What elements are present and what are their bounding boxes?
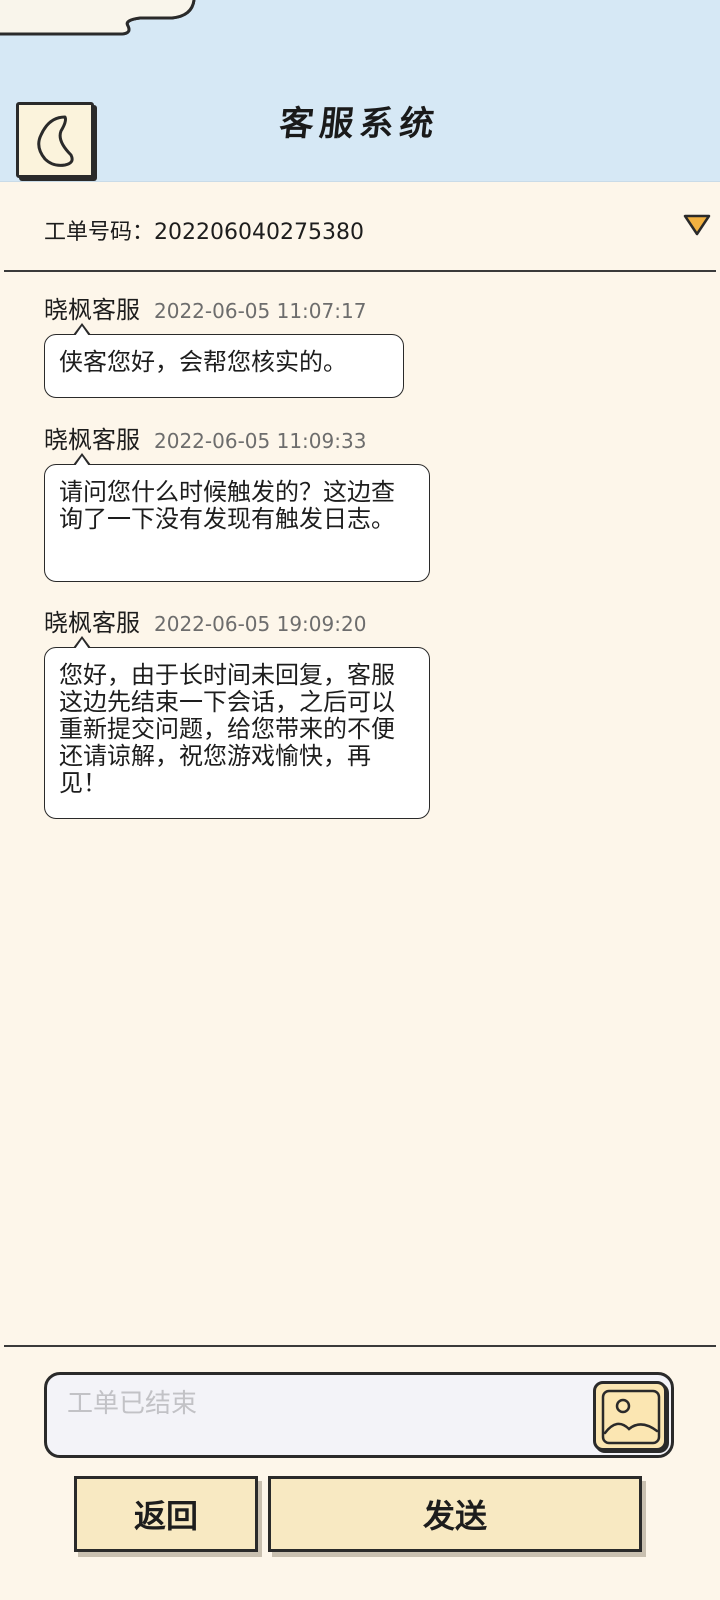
image-button[interactable] xyxy=(593,1381,667,1451)
return-button[interactable]: 返回 xyxy=(74,1476,258,1552)
message-input[interactable] xyxy=(67,1387,567,1421)
sender-name: 晓枫客服 xyxy=(44,609,140,637)
message-bubble: 请问您什么时候触发的？这边查询了一下没有发现有触发日志。 xyxy=(44,453,430,582)
ticket-row[interactable]: 工单号码：202206040275380 xyxy=(44,214,714,254)
message-time: 2022-06-05 11:07:17 xyxy=(154,299,367,323)
send-button[interactable]: 发送 xyxy=(268,1476,642,1552)
page-title: 客服系统 xyxy=(277,104,442,144)
message-header: 晓枫客服 2022-06-05 19:09:20 xyxy=(44,603,367,637)
caret-down-icon[interactable] xyxy=(682,212,712,238)
divider xyxy=(4,270,716,272)
message-bubble: 您好，由于长时间未回复，客服这边先结束一下会话，之后可以重新提交问题，给您带来的… xyxy=(44,636,430,819)
ticket-number: 202206040275380 xyxy=(154,220,364,245)
sender-name: 晓枫客服 xyxy=(44,296,140,324)
divider xyxy=(4,1345,716,1347)
message-time: 2022-06-05 19:09:20 xyxy=(154,612,367,636)
header: 客服系统 xyxy=(0,0,720,182)
image-icon xyxy=(601,1389,661,1445)
message-header: 晓枫客服 2022-06-05 11:09:33 xyxy=(44,420,367,454)
cloud-decoration xyxy=(0,0,196,36)
chat-message: 晓枫客服 2022-06-05 19:09:20 您好，由于长时间未回复，客服这… xyxy=(44,603,430,819)
ticket-label: 工单号码： xyxy=(44,220,155,245)
message-time: 2022-06-05 11:09:33 xyxy=(154,429,367,453)
message-header: 晓枫客服 2022-06-05 11:07:17 xyxy=(44,290,367,324)
sender-name: 晓枫客服 xyxy=(44,426,140,454)
composer xyxy=(44,1372,674,1458)
chat-message: 晓枫客服 2022-06-05 11:07:17 侠客您好，会帮您核实的。 xyxy=(44,290,404,398)
message-bubble: 侠客您好，会帮您核实的。 xyxy=(44,323,404,398)
chat-message: 晓枫客服 2022-06-05 11:09:33 请问您什么时候触发的？这边查询… xyxy=(44,420,430,582)
